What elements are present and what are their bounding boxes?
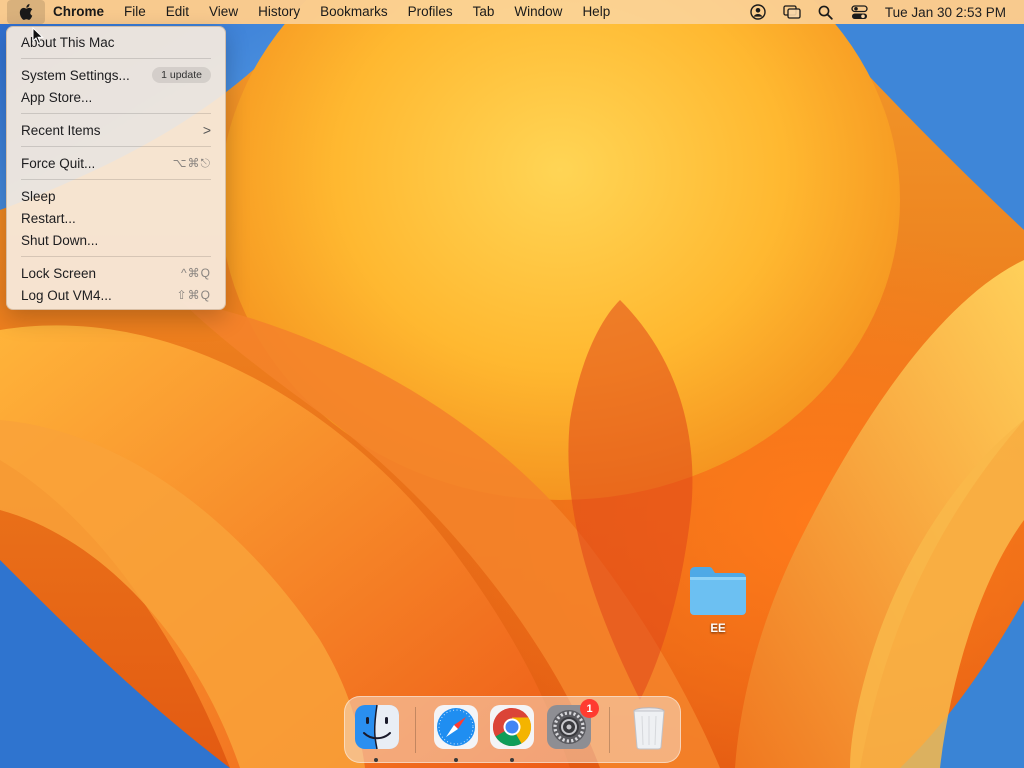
menu-item-recent-items[interactable]: Recent Items > <box>13 119 219 141</box>
menu-separator <box>21 146 211 147</box>
menu-item-label: Log Out VM4... <box>21 287 112 303</box>
finder-icon[interactable] <box>353 703 401 751</box>
update-badge: 1 update <box>152 67 211 83</box>
dock: 1 <box>344 696 681 763</box>
menu-app-name[interactable]: Chrome <box>45 0 114 24</box>
control-center-icon[interactable] <box>843 0 877 24</box>
running-indicator <box>510 758 514 762</box>
folder-label: EE <box>710 623 726 635</box>
screen-mirroring-icon[interactable] <box>775 0 809 24</box>
desktop-folder-ee[interactable]: EE <box>684 564 752 635</box>
menu-item-label: Shut Down... <box>21 232 99 248</box>
menu-profiles[interactable]: Profiles <box>398 0 463 24</box>
menu-item-log-out[interactable]: Log Out VM4... ⇧⌘Q <box>13 284 219 306</box>
dock-divider <box>609 707 610 753</box>
running-indicator <box>454 758 458 762</box>
keyboard-shortcut: ^⌘Q <box>181 266 211 280</box>
menu-item-app-store[interactable]: App Store... <box>13 86 219 108</box>
chevron-right-icon: > <box>202 122 211 138</box>
menu-view[interactable]: View <box>199 0 248 24</box>
mouse-cursor-icon <box>32 27 44 45</box>
folder-icon <box>690 567 746 615</box>
menu-separator <box>21 179 211 180</box>
menu-item-sleep[interactable]: Sleep <box>13 185 219 207</box>
menu-help[interactable]: Help <box>572 0 620 24</box>
menu-separator <box>21 113 211 114</box>
menu-item-force-quit[interactable]: Force Quit... ⌥⌘⎋ <box>13 152 219 174</box>
menu-item-label: Restart... <box>21 210 76 226</box>
menu-window[interactable]: Window <box>504 0 572 24</box>
apple-logo-icon[interactable] <box>7 0 45 24</box>
system-settings-icon[interactable]: 1 <box>545 699 599 751</box>
menu-separator <box>21 256 211 257</box>
menu-item-label: Lock Screen <box>21 265 97 281</box>
menu-item-restart[interactable]: Restart... <box>13 207 219 229</box>
menu-separator <box>21 58 211 59</box>
menu-item-label: Force Quit... <box>21 155 96 171</box>
chrome-icon[interactable] <box>488 703 536 751</box>
user-account-icon[interactable] <box>741 0 775 24</box>
search-icon[interactable] <box>809 0 843 24</box>
running-indicator <box>374 758 378 762</box>
menu-tab[interactable]: Tab <box>463 0 505 24</box>
trash-icon[interactable] <box>625 703 673 751</box>
safari-icon[interactable] <box>432 703 480 751</box>
keyboard-shortcut: ⌥⌘⎋ <box>172 155 211 170</box>
menu-history[interactable]: History <box>248 0 310 24</box>
menu-item-label: Recent Items <box>21 122 101 138</box>
menu-edit[interactable]: Edit <box>156 0 199 24</box>
menu-file[interactable]: File <box>114 0 156 24</box>
apple-menu-dropdown: About This Mac System Settings... 1 upda… <box>6 26 226 310</box>
notification-badge: 1 <box>580 699 599 718</box>
menu-bar: Chrome File Edit View History Bookmarks … <box>0 0 1024 24</box>
keyboard-shortcut: ⇧⌘Q <box>176 288 211 302</box>
menu-item-system-settings[interactable]: System Settings... 1 update <box>13 64 219 86</box>
menu-item-lock-screen[interactable]: Lock Screen ^⌘Q <box>13 262 219 284</box>
dock-divider <box>415 707 416 753</box>
menu-item-label: Sleep <box>21 188 56 204</box>
menu-item-label: App Store... <box>21 89 93 105</box>
menu-clock[interactable]: Tue Jan 30 2:53 PM <box>877 5 1024 20</box>
menu-item-shut-down[interactable]: Shut Down... <box>13 229 219 251</box>
menu-bookmarks[interactable]: Bookmarks <box>310 0 398 24</box>
menu-item-label: System Settings... <box>21 67 130 83</box>
status-area: Tue Jan 30 2:53 PM <box>741 0 1024 24</box>
